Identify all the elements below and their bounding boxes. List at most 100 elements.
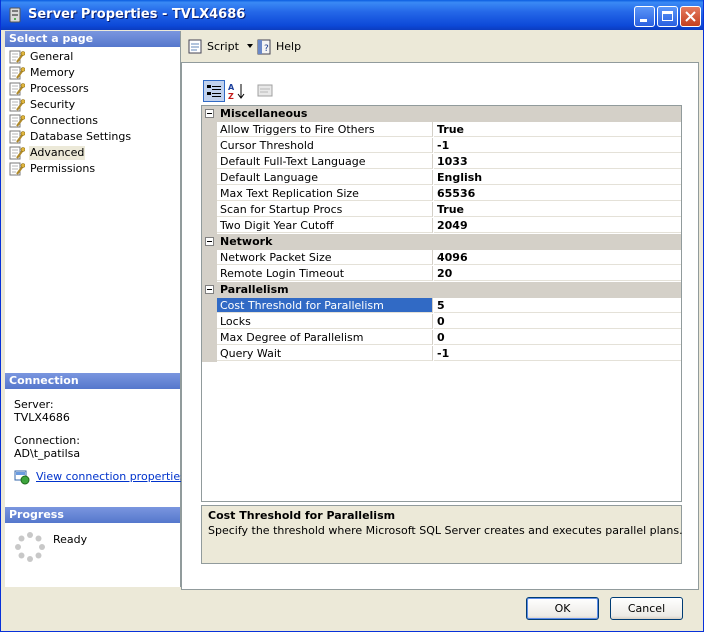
property-value[interactable]: True [434,202,681,217]
property-row[interactable]: Locks 0 [202,314,681,330]
property-value[interactable]: 4096 [434,250,681,265]
svg-text:Z: Z [228,92,234,100]
connection-label: Connection: [14,434,80,447]
maximize-button[interactable] [657,6,678,27]
window-title: Server Properties - TVLX4686 [28,7,246,22]
sort-alphabetical-icon: A Z [228,83,245,100]
row-gutter [202,250,217,266]
left-pane: Select a page General Memory Processors Sec… [5,31,186,587]
server-icon [9,7,21,23]
property-name[interactable]: Cursor Threshold [217,138,433,153]
ok-button[interactable]: OK [526,597,599,620]
row-gutter [202,266,217,282]
select-page-header: Select a page [5,31,180,47]
connection-header: Connection [5,373,180,389]
row-gutter [202,154,217,170]
property-name[interactable]: Cost Threshold for Parallelism [217,298,433,313]
property-name[interactable]: Network Packet Size [217,250,433,265]
property-name[interactable]: Default Full-Text Language [217,154,433,169]
collapse-icon[interactable] [205,237,214,246]
property-row[interactable]: Remote Login Timeout 20 [202,266,681,282]
property-row[interactable]: Allow Triggers to Fire Others True [202,122,681,138]
page-item-label: Permissions [30,162,96,175]
help-book-icon: ? [257,39,271,55]
wrench-page-icon [9,98,25,112]
description-panel: Cost Threshold for Parallelism Specify t… [201,505,683,564]
connection-properties-icon [14,470,30,485]
wrench-page-icon [9,146,25,160]
page-item-label: Security [30,98,76,111]
close-button[interactable] [680,6,701,27]
categorized-icon [207,85,221,97]
property-row[interactable]: Max Text Replication Size 65536 [202,186,681,202]
property-name[interactable]: Two Digit Year Cutoff [217,218,433,233]
view-connection-properties-link[interactable]: View connection properties [36,470,186,483]
page-item-database-settings[interactable]: Database Settings [5,129,180,145]
category-row-miscellaneous[interactable]: Miscellaneous [202,106,681,122]
row-gutter [202,330,217,346]
property-value[interactable]: 2049 [434,218,681,233]
server-label: Server: [14,398,54,411]
grid-toolbar: A Z [201,80,281,102]
property-value[interactable]: -1 [434,138,681,153]
row-gutter [202,298,217,314]
close-icon [685,11,696,22]
property-name[interactable]: Max Text Replication Size [217,186,433,201]
progress-spinner-icon [15,532,45,562]
property-value[interactable]: 0 [434,330,681,345]
collapse-icon[interactable] [205,285,214,294]
property-name[interactable]: Locks [217,314,433,329]
property-name[interactable]: Scan for Startup Procs [217,202,433,217]
wrench-page-icon [9,82,25,96]
alphabetical-button[interactable]: A Z [226,80,248,102]
property-row[interactable]: Default Full-Text Language 1033 [202,154,681,170]
category-row-parallelism[interactable]: Parallelism [202,282,681,298]
category-bar [217,234,681,250]
property-row[interactable]: Cursor Threshold -1 [202,138,681,154]
minimize-button[interactable] [634,6,655,27]
property-value[interactable]: 1033 [434,154,681,169]
property-name[interactable]: Default Language [217,170,433,185]
toolbar: Script ? Help [181,31,703,61]
property-row[interactable]: Cost Threshold for Parallelism 5 [202,298,681,314]
property-value[interactable]: English [434,170,681,185]
cancel-button[interactable]: Cancel [610,597,683,620]
row-gutter [202,138,217,154]
progress-header: Progress [5,507,180,523]
property-row[interactable]: Network Packet Size 4096 [202,250,681,266]
property-row[interactable]: Scan for Startup Procs True [202,202,681,218]
collapse-icon[interactable] [205,109,214,118]
category-row-network[interactable]: Network [202,234,681,250]
page-item-memory[interactable]: Memory [5,65,180,81]
wrench-page-icon [9,50,25,64]
page-item-security[interactable]: Security [5,97,180,113]
property-row[interactable]: Max Degree of Parallelism 0 [202,330,681,346]
page-item-processors[interactable]: Processors [5,81,180,97]
property-value[interactable]: True [434,122,681,137]
svg-text:A: A [228,83,235,92]
property-name[interactable]: Allow Triggers to Fire Others [217,122,433,137]
property-value[interactable]: -1 [434,346,681,361]
property-name[interactable]: Query Wait [217,346,433,361]
page-item-general[interactable]: General [5,49,180,65]
property-name[interactable]: Remote Login Timeout [217,266,433,281]
server-value: TVLX4686 [14,411,70,424]
page-item-connections[interactable]: Connections [5,113,180,129]
categorized-button[interactable] [203,80,225,102]
property-value[interactable]: 0 [434,314,681,329]
property-name[interactable]: Max Degree of Parallelism [217,330,433,345]
page-item-permissions[interactable]: Permissions [5,161,180,177]
title-bar[interactable]: Server Properties - TVLX4686 [1,0,703,30]
server-properties-window: Server Properties - TVLX4686 Select a pa… [0,0,704,632]
property-row[interactable]: Two Digit Year Cutoff 2049 [202,218,681,234]
page-item-advanced[interactable]: Advanced [5,145,180,161]
property-row[interactable]: Default Language English [202,170,681,186]
maximize-icon [662,11,673,21]
property-pages-button[interactable] [255,80,277,102]
property-value[interactable]: 20 [434,266,681,281]
property-value[interactable]: 5 [434,298,681,313]
help-label: Help [276,40,302,53]
row-gutter [202,122,217,138]
property-row[interactable]: Query Wait -1 [202,346,681,362]
property-value[interactable]: 65536 [434,186,681,201]
